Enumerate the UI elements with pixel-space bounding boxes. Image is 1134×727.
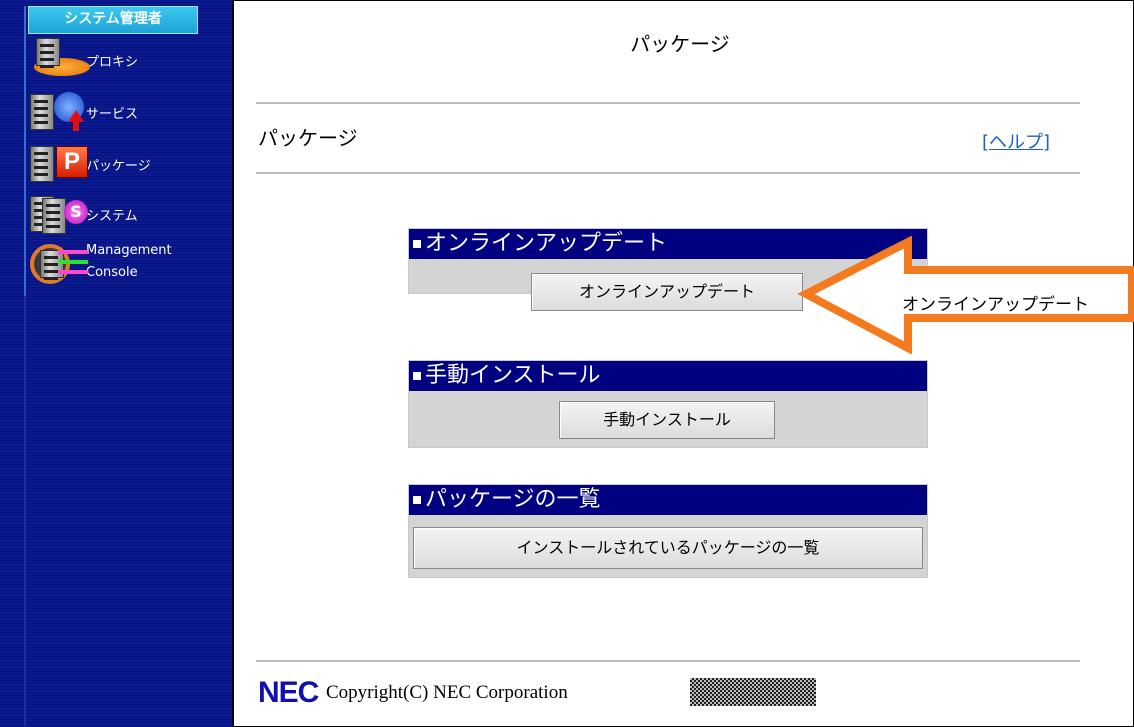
sidebar-item-management-console[interactable]: Management Console [28, 240, 172, 288]
divider [256, 172, 1080, 174]
sidebar-item-service[interactable]: サービス [28, 88, 138, 136]
sidebar-item-label: サービス [86, 106, 139, 122]
installed-packages-list-button[interactable]: インストールされているパッケージの一覧 [413, 527, 923, 569]
sidebar-item-label: Management [86, 243, 172, 258]
square-bullet-icon [413, 372, 421, 380]
help-link[interactable]: [ヘルプ] [982, 128, 1050, 154]
system-icon: S [28, 190, 88, 238]
sidebar-item-proxy[interactable]: プロキシ [28, 36, 138, 84]
manual-install-button[interactable]: 手動インストール [559, 401, 775, 439]
sidebar: システム管理者 プロキシ サービス P パッケージ S システム Managem… [0, 0, 234, 727]
page-title: パッケージ [630, 32, 730, 56]
panel-header: パッケージの一覧 [409, 485, 927, 515]
management-console-icon [28, 240, 88, 288]
sidebar-title: システム管理者 [28, 6, 198, 34]
sidebar-item-label: パッケージ [86, 158, 151, 174]
panel-header-label: 手動インストール [425, 363, 601, 388]
sidebar-item-label: システム [86, 208, 138, 224]
square-bullet-icon [413, 496, 421, 504]
proxy-icon [28, 36, 90, 84]
section-title: パッケージ [258, 126, 358, 150]
square-bullet-icon [413, 240, 421, 248]
checker-pattern-icon [690, 678, 816, 706]
service-icon [28, 88, 88, 136]
panel-header-label: オンラインアップデート [425, 231, 668, 256]
copyright-text: Copyright(C) NEC Corporation [326, 682, 568, 703]
sidebar-item-label: プロキシ [86, 54, 139, 70]
annotation-label: オンラインアップデート [902, 295, 1089, 315]
sidebar-accent-line [24, 6, 26, 296]
sidebar-item-label-2: Console [86, 265, 138, 280]
panel-header-label: パッケージの一覧 [425, 487, 601, 512]
nec-logo: NEC [258, 676, 319, 709]
online-update-button[interactable]: オンラインアップデート [531, 273, 803, 311]
manual-install-panel: 手動インストール 手動インストール [408, 360, 928, 448]
package-icon: P [28, 140, 88, 188]
panel-header: 手動インストール [409, 361, 927, 391]
package-list-panel: パッケージの一覧 インストールされているパッケージの一覧 [408, 484, 928, 578]
footer-divider [256, 660, 1080, 662]
divider [256, 102, 1080, 104]
sidebar-item-package[interactable]: P パッケージ [28, 140, 151, 188]
sidebar-item-system[interactable]: S システム [28, 190, 138, 238]
